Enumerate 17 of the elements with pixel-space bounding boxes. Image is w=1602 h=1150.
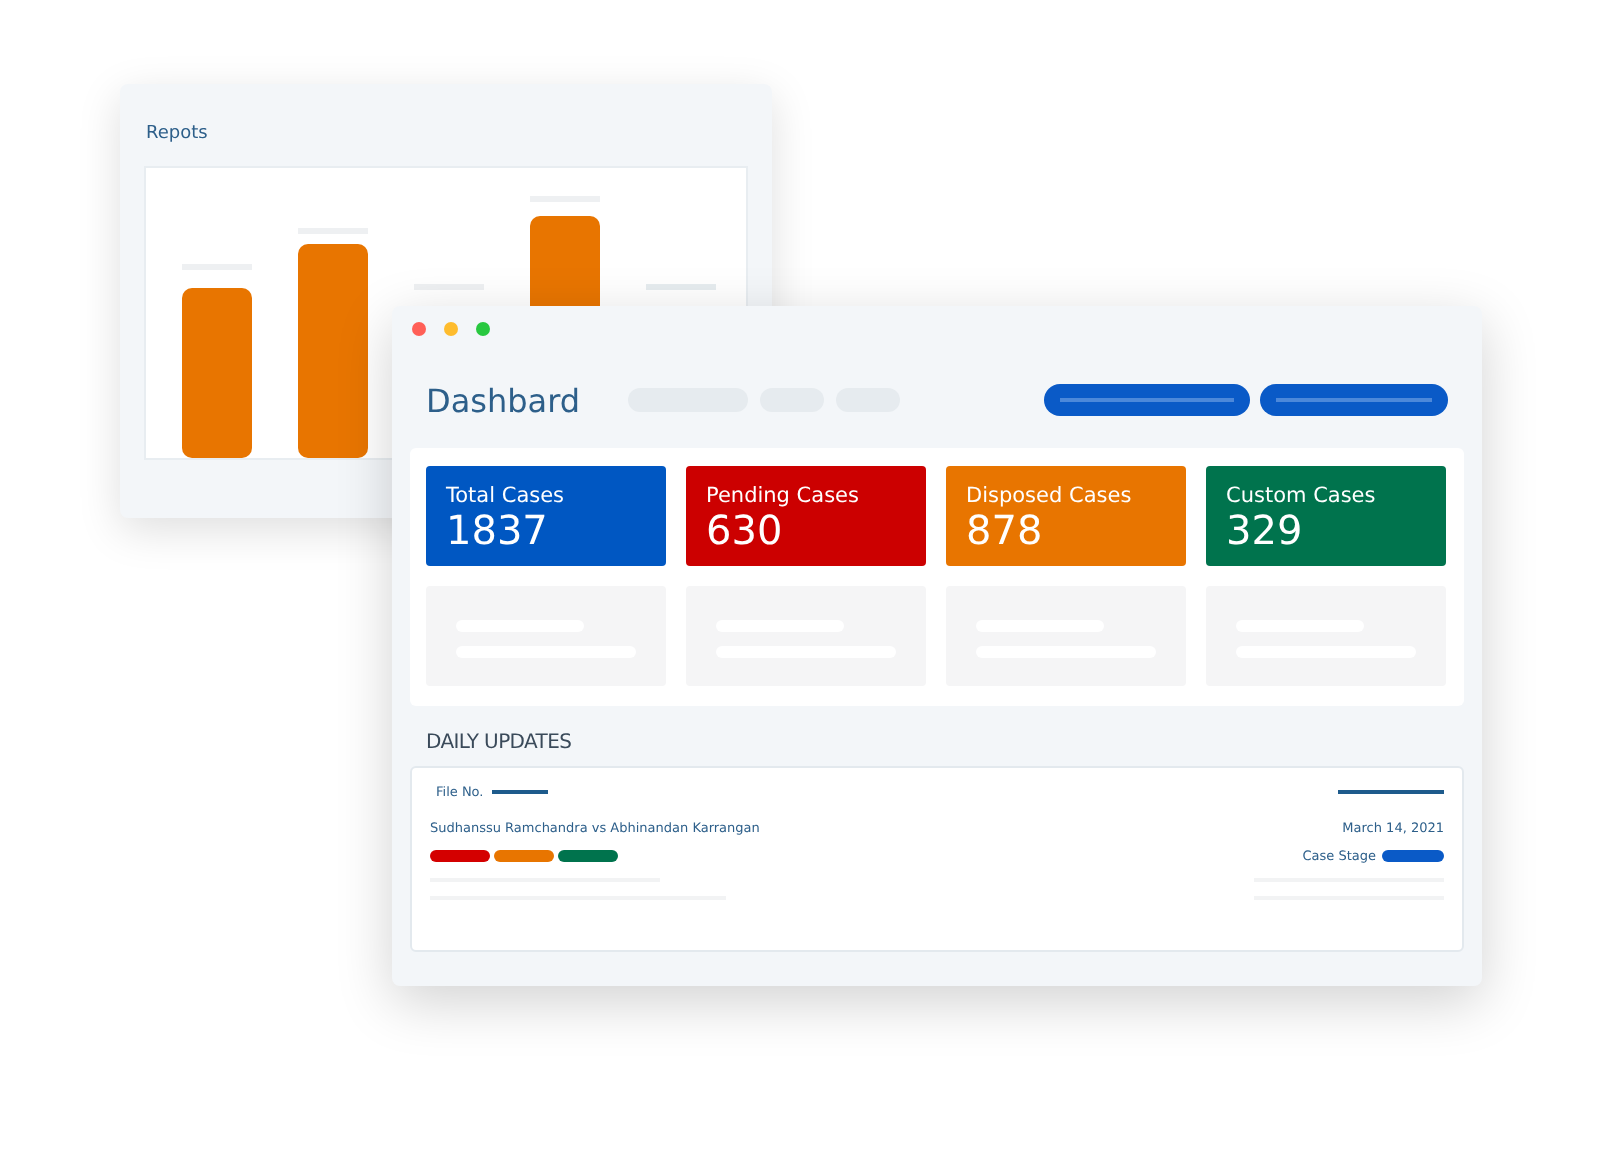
section-heading: DAILY UPDATES	[426, 732, 574, 754]
stat-label: Custom Cases	[1226, 484, 1378, 508]
stat-value: 630	[706, 508, 783, 552]
window-title: Repots	[146, 124, 210, 144]
action-button[interactable]	[1260, 384, 1448, 416]
maximize-button[interactable]	[476, 322, 490, 336]
stat-value: 329	[1226, 508, 1305, 552]
action-button[interactable]	[1044, 384, 1250, 416]
stage-badge	[1382, 850, 1444, 862]
stat-value: 878	[966, 508, 1043, 552]
stat-label: Pending Cases	[706, 484, 861, 508]
close-button[interactable]	[412, 322, 426, 336]
stat-label: Total Cases	[446, 484, 567, 508]
minimize-button[interactable]	[444, 322, 458, 336]
page-title: Dashbard	[426, 381, 581, 419]
stat-label: Disposed Cases	[966, 484, 1134, 508]
stat-value: 1837	[446, 508, 550, 552]
